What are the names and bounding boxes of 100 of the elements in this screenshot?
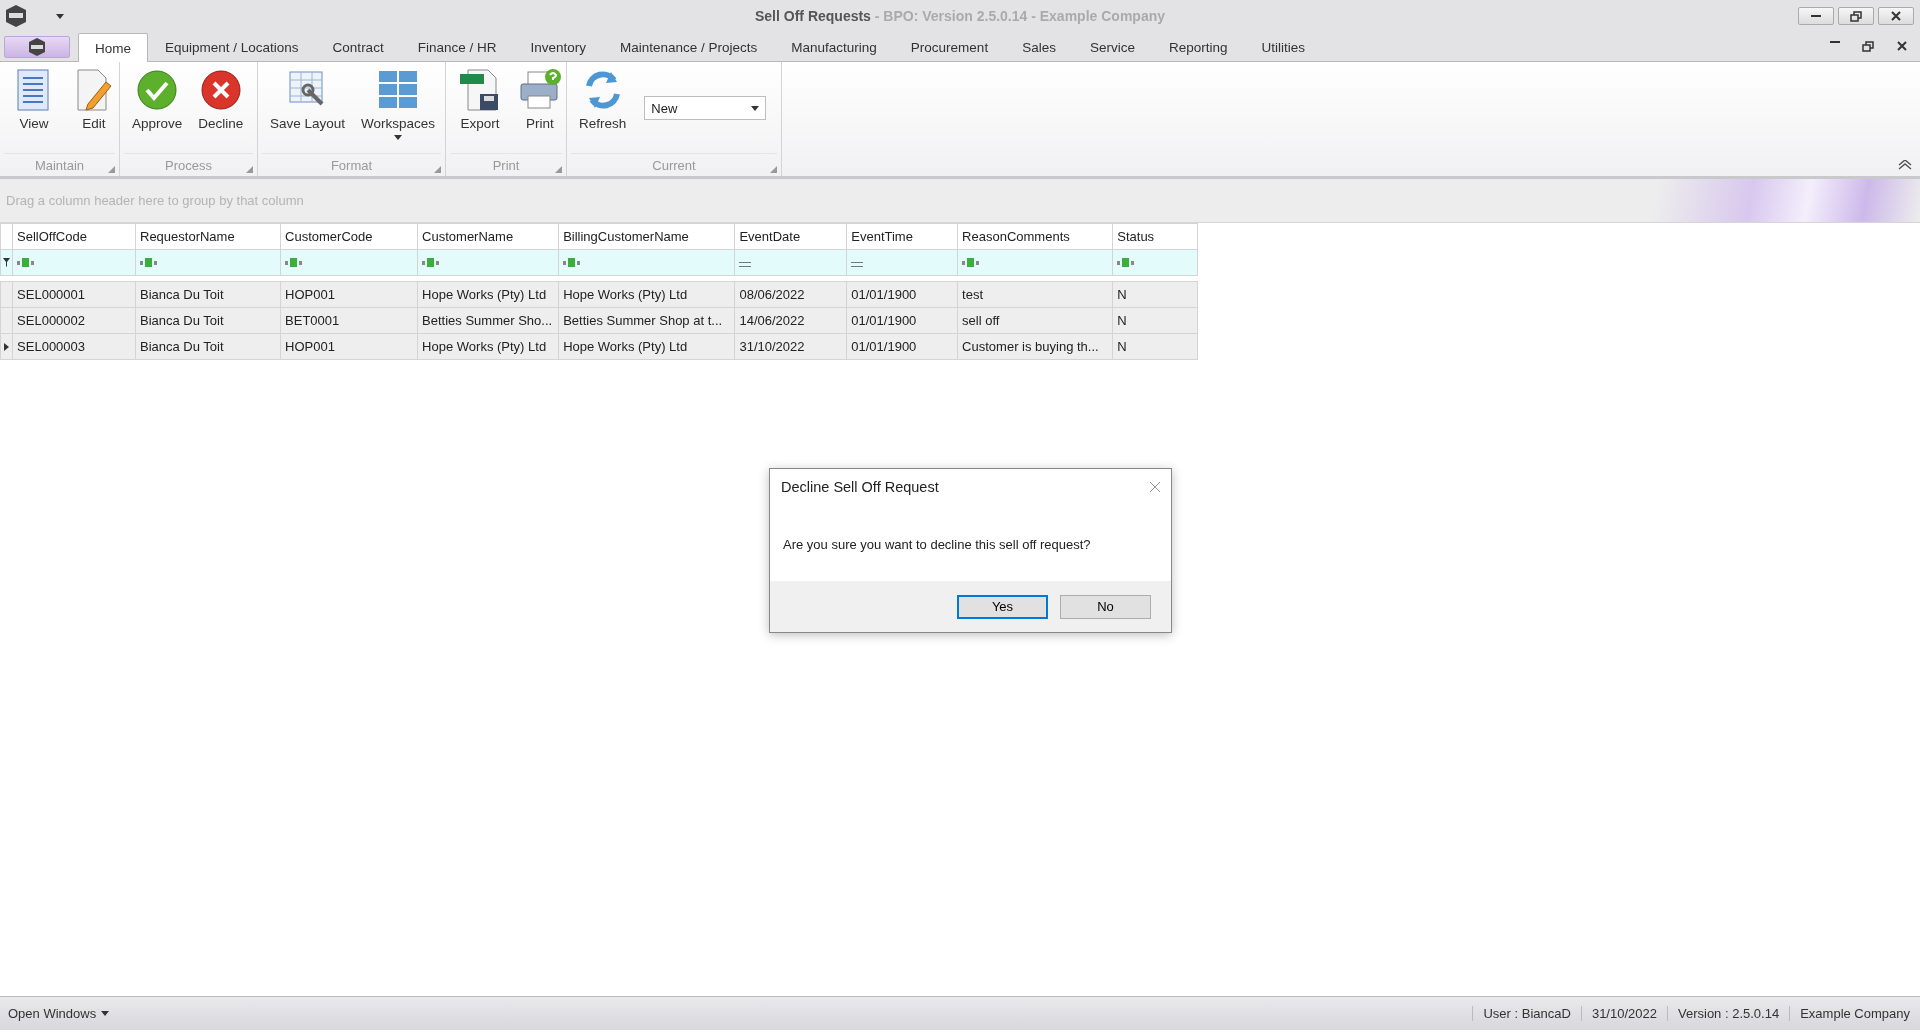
caret-icon [394,135,403,140]
table-cell: 01/01/1900 [846,333,958,360]
filter-cell[interactable] [135,249,281,276]
ribbon-tab[interactable]: Reporting [1151,33,1245,61]
filter-cell[interactable] [12,249,136,276]
filter-cell[interactable] [280,249,418,276]
launcher-icon[interactable] [770,166,777,173]
filter-cell[interactable] [417,249,559,276]
ribbon-button[interactable]: Approve [126,66,189,133]
ribbon-tab[interactable]: Equipment / Locations [148,33,316,61]
text-filter-icon [17,258,35,267]
ribbon-button[interactable]: Print [512,66,568,133]
table-cell: Betties Summer Sho... [417,307,559,334]
table-cell: Bianca Du Toit [135,307,281,334]
ribbon-button[interactable]: View [6,66,62,133]
filter-cell[interactable] [1112,249,1198,276]
table-cell: N [1112,281,1198,308]
table-cell: Customer is buying th... [957,333,1113,360]
column-header[interactable]: ReasonComments [957,223,1113,250]
ribbon-tab[interactable]: Service [1072,33,1152,61]
column-header[interactable]: BillingCustomerName [558,223,735,250]
restore-icon [1850,10,1862,22]
ribbon-tab[interactable]: Sales [1005,33,1073,61]
table-cell: N [1112,333,1198,360]
table-cell: 01/01/1900 [846,281,958,308]
dialog-title: Decline Sell Off Request [781,479,939,495]
app-logo [27,37,47,57]
table-cell: Hope Works (Pty) Ltd [558,281,735,308]
launcher-icon[interactable] [246,166,253,173]
column-header[interactable]: RequestorName [135,223,281,250]
table-cell: Bianca Du Toit [135,281,281,308]
ribbon-tab[interactable]: Finance / HR [400,33,514,61]
ribbon-button[interactable]: Refresh [573,66,633,133]
ribbon-tab[interactable]: Home [78,33,148,62]
ribbon-tab[interactable]: Manufacturing [774,33,894,61]
dialog-message: Are you sure you want to decline this sell off request? [782,536,1092,554]
close-button[interactable] [1878,7,1914,25]
table-cell: Betties Summer Shop at t... [558,307,735,334]
column-header[interactable]: CustomerName [417,223,559,250]
ribbon-button[interactable]: Edit [66,66,122,133]
dialog-button[interactable]: No [1060,594,1151,619]
launcher-icon[interactable] [555,166,562,173]
table-cell: Hope Works (Pty) Ltd [558,333,735,360]
ribbon-button[interactable]: Save Layout [264,66,352,133]
text-filter-icon [140,258,157,267]
text-filter-icon [1117,258,1135,267]
close-icon[interactable] [1896,41,1908,51]
table-cell: Hope Works (Pty) Ltd [417,281,559,308]
open-windows-menu[interactable]: Open Windows [8,1006,110,1021]
text-filter-icon [285,258,303,267]
table-cell: Hope Works (Pty) Ltd [417,333,559,360]
ribbon-button[interactable]: Export [452,66,508,133]
ribbon-group-label: Print [492,157,520,173]
table-cell: BET0001 [280,307,418,334]
ribbon-group-label: Process [165,157,212,173]
column-header[interactable]: EventDate [734,223,847,250]
ribbon-tab[interactable]: Maintenance / Projects [602,33,775,61]
caret-icon[interactable] [56,13,64,19]
ribbon-group-label: Format [330,157,373,173]
ribbon-button[interactable]: Decline [192,66,250,133]
window-title: Sell Off Requests [755,8,871,24]
column-header[interactable]: EventTime [846,223,958,250]
table-cell: SEL000003 [12,333,136,360]
printer-icon [518,68,562,112]
filter-cell[interactable] [558,249,735,276]
table-cell: 01/01/1900 [846,307,958,334]
filter-cell[interactable] [957,249,1113,276]
application-button[interactable] [4,36,70,58]
column-header[interactable]: SellOffCode [12,223,136,250]
restore-icon[interactable] [1862,41,1874,52]
status-combo[interactable]: New [644,96,767,120]
app-logo[interactable] [4,4,28,28]
minimize-button[interactable] [1798,7,1834,25]
group-hint: Drag a column header here to group by that column [6,193,304,208]
text-filter-icon [563,258,581,267]
ribbon-tab[interactable]: Inventory [513,33,603,61]
status-item: Example Company [1789,1006,1920,1021]
column-header[interactable]: CustomerCode [280,223,418,250]
launcher-icon[interactable] [108,166,115,173]
dialog-button[interactable]: Yes [957,594,1048,619]
window-subtitle: - BPO: Version 2.5.0.14 - Example Company [873,8,1165,24]
column-header[interactable]: Status [1112,223,1198,250]
close-icon [1890,11,1902,21]
collapse-icon[interactable] [1898,160,1912,170]
status-item: User : BiancaD [1472,1006,1581,1021]
filter-cell[interactable] [734,249,847,276]
equals-filter-icon [739,262,752,267]
workspaces-dropdown[interactable]: Workspaces [355,66,442,142]
ribbon-tab[interactable]: Contract [315,33,401,61]
launcher-icon[interactable] [434,166,441,173]
status-item: Version : 2.5.0.14 [1667,1006,1790,1021]
filter-cell[interactable] [846,249,958,276]
ribbon-tab[interactable]: Utilities [1244,33,1322,61]
table-cell: 31/10/2022 [734,333,847,360]
restore-button[interactable] [1838,7,1874,25]
table-cell: HOP001 [280,333,418,360]
minimize-icon [1811,15,1821,17]
table-cell: Bianca Du Toit [135,333,281,360]
ribbon-tab[interactable]: Procurement [893,33,1006,61]
table-cell: sell off [957,307,1113,334]
